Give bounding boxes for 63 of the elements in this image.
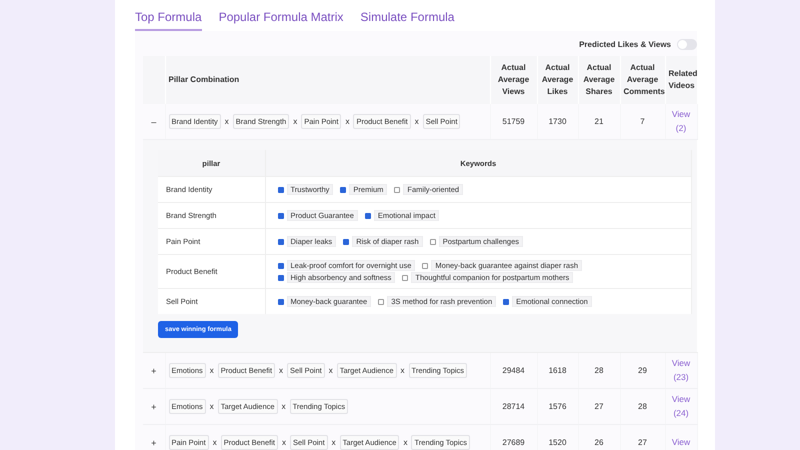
- checkbox[interactable]: [278, 298, 284, 304]
- view-link[interactable]: View (24): [668, 392, 694, 420]
- table-cell: 7: [640, 117, 645, 126]
- expand-button[interactable]: +: [151, 402, 156, 412]
- toggle-label: Predicted Likes & Views: [579, 40, 671, 49]
- separator: x: [282, 438, 286, 447]
- table-cell: 51759: [502, 117, 525, 126]
- checkbox[interactable]: [422, 262, 428, 268]
- checkbox[interactable]: [430, 238, 436, 244]
- separator: x: [293, 117, 298, 126]
- table-cell: 28: [594, 366, 604, 375]
- table-cell: 29484: [502, 366, 525, 375]
- table-cell: 21: [594, 117, 604, 126]
- toggle-switch[interactable]: [677, 39, 697, 50]
- checkbox[interactable]: [278, 274, 284, 280]
- view-link[interactable]: View (23): [668, 356, 694, 384]
- separator: x: [224, 117, 229, 126]
- column-header: Related Videos: [668, 69, 698, 90]
- table-cell: 26: [594, 438, 604, 447]
- table-cell: 1618: [548, 366, 566, 375]
- tab[interactable]: Popular Formula Matrix: [218, 10, 344, 31]
- table-cell: 1730: [548, 117, 566, 126]
- checkbox[interactable]: [278, 186, 284, 192]
- tab[interactable]: Simulate Formula: [360, 10, 454, 31]
- separator: x: [414, 117, 419, 126]
- separator: x: [279, 366, 284, 375]
- checkbox[interactable]: [394, 186, 400, 192]
- checkbox[interactable]: [278, 238, 284, 244]
- column-header: Actual Average Views: [498, 63, 530, 96]
- table-cell: 27: [638, 438, 647, 447]
- checkbox[interactable]: [402, 274, 408, 280]
- expand-button[interactable]: +: [151, 438, 156, 448]
- checkbox[interactable]: [343, 238, 350, 244]
- table-cell: 28714: [502, 402, 525, 411]
- column-header: Pillar Combination: [168, 75, 240, 84]
- separator: x: [210, 366, 214, 375]
- expand-button[interactable]: +: [151, 366, 156, 376]
- separator: x: [212, 438, 217, 447]
- checkbox[interactable]: [378, 298, 384, 304]
- expand-button[interactable]: –: [151, 116, 156, 126]
- column-header: Actual Average Comments: [624, 63, 665, 96]
- separator: x: [403, 438, 408, 447]
- table-cell: 27689: [502, 438, 525, 447]
- checkbox[interactable]: [278, 212, 284, 218]
- table-cell: 1520: [548, 438, 566, 447]
- table-cell: 29: [638, 366, 647, 375]
- separator: x: [400, 366, 405, 375]
- separator: x: [328, 366, 333, 375]
- checkbox[interactable]: [340, 186, 346, 192]
- view-link[interactable]: View (2): [668, 108, 694, 136]
- checkbox[interactable]: [503, 298, 510, 304]
- checkbox[interactable]: [364, 212, 371, 218]
- column-header: Actual Average Likes: [542, 63, 574, 96]
- checkbox[interactable]: [278, 262, 284, 268]
- separator: x: [282, 402, 286, 411]
- table-cell: 28: [638, 402, 647, 411]
- table-cell: 1576: [548, 402, 566, 411]
- separator: x: [345, 117, 350, 126]
- table-cell: 27: [594, 402, 604, 411]
- separator: x: [332, 438, 336, 447]
- column-header: Actual Average Shares: [583, 63, 615, 96]
- view-link[interactable]: View: [672, 436, 690, 450]
- separator: x: [210, 402, 214, 411]
